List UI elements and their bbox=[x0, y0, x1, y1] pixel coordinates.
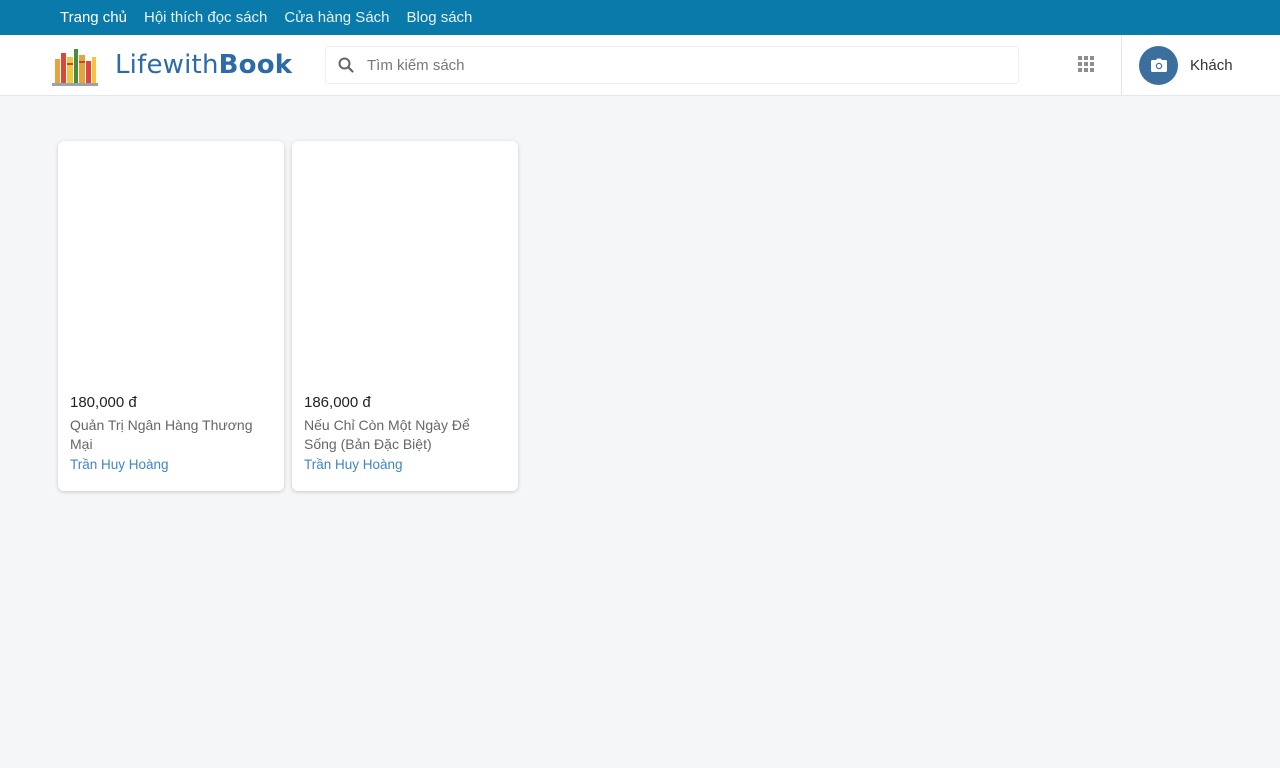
logo-text-light: Lifewith bbox=[115, 50, 219, 80]
user-name: Khách bbox=[1190, 56, 1233, 74]
avatar bbox=[1139, 45, 1178, 85]
nav-item-blog[interactable]: Blog sách bbox=[407, 0, 473, 35]
user-menu[interactable]: Khách bbox=[1139, 45, 1233, 85]
book-author[interactable]: Trần Huy Hoàng bbox=[70, 455, 270, 475]
book-price: 180,000 đ bbox=[70, 394, 137, 411]
book-card[interactable]: 186,000 đ Nếu Chỉ Còn Một Ngày Để Sống (… bbox=[292, 141, 518, 491]
book-card[interactable]: 180,000 đ Quản Trị Ngân Hàng Thương Mại … bbox=[58, 141, 284, 491]
header-divider bbox=[1121, 35, 1122, 95]
nav-item-home[interactable]: Trang chủ bbox=[60, 0, 127, 35]
nav-item-bookstore[interactable]: Cửa hàng Sách bbox=[284, 0, 389, 35]
search-icon bbox=[338, 57, 354, 73]
book-grid: 180,000 đ Quản Trị Ngân Hàng Thương Mại … bbox=[58, 141, 518, 491]
book-title[interactable]: Quản Trị Ngân Hàng Thương Mại bbox=[70, 416, 270, 454]
book-price: 186,000 đ bbox=[304, 394, 371, 411]
book-info: 186,000 đ Nếu Chỉ Còn Một Ngày Để Sống (… bbox=[304, 393, 504, 475]
book-author[interactable]: Trần Huy Hoàng bbox=[304, 455, 504, 475]
search-bar bbox=[325, 46, 1019, 84]
book-info: 180,000 đ Quản Trị Ngân Hàng Thương Mại … bbox=[70, 393, 270, 475]
logo-text-bold: Book bbox=[218, 50, 293, 80]
book-cover[interactable] bbox=[58, 141, 284, 386]
logo-text: LifewithBook bbox=[115, 50, 292, 80]
bookshelf-logo-icon bbox=[52, 49, 98, 86]
top-nav: Trang chủ Hội thích đọc sách Cửa hàng Sá… bbox=[0, 0, 1280, 35]
logo[interactable]: LifewithBook bbox=[50, 43, 292, 87]
book-title[interactable]: Nếu Chỉ Còn Một Ngày Để Sống (Bản Đặc Bi… bbox=[304, 416, 504, 454]
grid-icon[interactable] bbox=[1077, 55, 1095, 73]
header: LifewithBook Khách bbox=[0, 35, 1280, 96]
nav-item-reading-club[interactable]: Hội thích đọc sách bbox=[144, 0, 267, 35]
search-input[interactable] bbox=[367, 56, 1007, 74]
book-cover[interactable] bbox=[292, 141, 518, 386]
camera-icon bbox=[1150, 58, 1167, 72]
